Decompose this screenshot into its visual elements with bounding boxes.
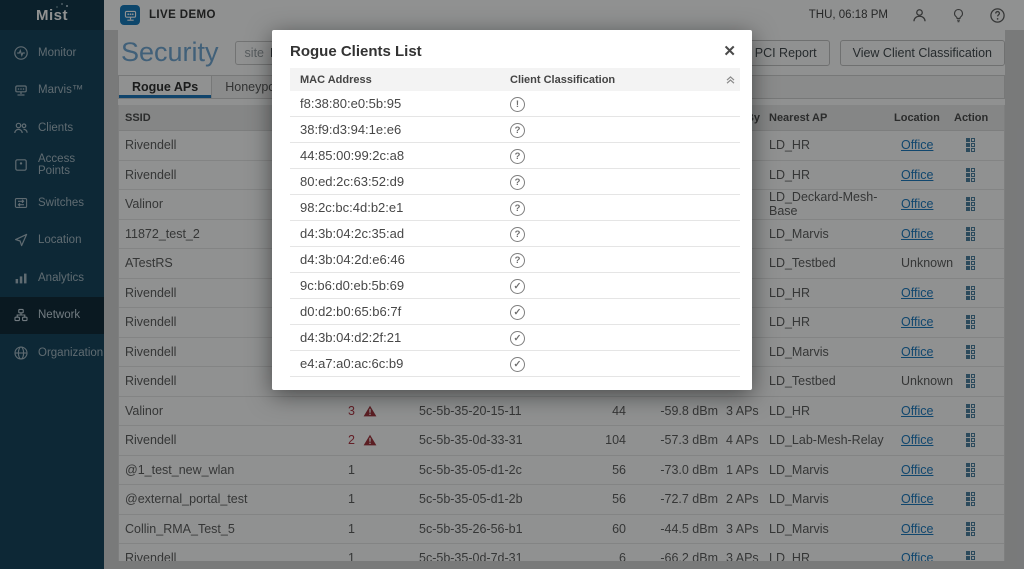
classification-unknown-icon[interactable]: ? (510, 123, 525, 138)
modal-header: Rogue Clients List ✕ (272, 30, 752, 64)
client-mac: 44:85:00:99:2c:a8 (290, 148, 510, 163)
rogue-client-row: e4:a7:a0:ac:6c:b9 ✓ (290, 351, 740, 377)
classification-unknown-icon[interactable]: ? (510, 227, 525, 242)
client-mac: 9c:b6:d0:eb:5b:69 (290, 278, 510, 293)
client-mac: d4:3b:04:d2:2f:21 (290, 330, 510, 345)
classification-unknown-icon[interactable]: ? (510, 175, 525, 190)
collapse-icon[interactable] (716, 74, 740, 85)
classification-cell: ✓ (510, 355, 716, 372)
classification-approved-icon[interactable]: ✓ (510, 279, 525, 294)
rogue-client-row: 98:2c:bc:4d:b2:e1 ? (290, 195, 740, 221)
rogue-client-row: 9c:b6:d0:eb:5b:69 ✓ (290, 273, 740, 299)
rogue-client-row: 80:ed:2c:63:52:d9 ? (290, 169, 740, 195)
classification-cell: ? (510, 147, 716, 164)
classification-cell: ? (510, 225, 716, 242)
rogue-client-row: 44:85:00:99:2c:a8 ? (290, 143, 740, 169)
client-mac: 80:ed:2c:63:52:d9 (290, 174, 510, 189)
client-mac: d0:d2:b0:65:b6:7f (290, 304, 510, 319)
classification-cell: ! (510, 95, 716, 112)
client-mac: 98:2c:bc:4d:b2:e1 (290, 200, 510, 215)
rogue-clients-table-body: f8:38:80:e0:5b:95 ! 38:f9:d3:94:1e:e6 ? … (290, 91, 740, 377)
client-mac: d4:3b:04:2c:35:ad (290, 226, 510, 241)
modal-title: Rogue Clients List (290, 43, 422, 60)
classification-unknown-icon[interactable]: ? (510, 201, 525, 216)
classification-unknown-icon[interactable]: ? (510, 149, 525, 164)
classification-cell: ? (510, 121, 716, 138)
classification-approved-icon[interactable]: ✓ (510, 331, 525, 346)
classification-approved-icon[interactable]: ✓ (510, 357, 525, 372)
close-icon[interactable]: ✕ (723, 44, 736, 59)
rogue-clients-modal: Rogue Clients List ✕ MAC Address Client … (272, 30, 752, 390)
classification-unknown-icon[interactable]: ? (510, 253, 525, 268)
rogue-clients-table: MAC Address Client Classification f8:38:… (290, 68, 740, 377)
rogue-client-row: d4:3b:04:d2:2f:21 ✓ (290, 325, 740, 351)
classification-cell: ? (510, 173, 716, 190)
client-mac: 38:f9:d3:94:1e:e6 (290, 122, 510, 137)
col-header-mac[interactable]: MAC Address (290, 74, 510, 86)
col-header-classification[interactable]: Client Classification (510, 74, 716, 86)
rogue-client-row: d0:d2:b0:65:b6:7f ✓ (290, 299, 740, 325)
classification-cell: ? (510, 251, 716, 268)
rogue-client-row: f8:38:80:e0:5b:95 ! (290, 91, 740, 117)
client-mac: f8:38:80:e0:5b:95 (290, 96, 510, 111)
rogue-client-row: d4:3b:04:2d:e6:46 ? (290, 247, 740, 273)
client-mac: e4:a7:a0:ac:6c:b9 (290, 356, 510, 371)
classification-cell: ? (510, 199, 716, 216)
client-mac: d4:3b:04:2d:e6:46 (290, 252, 510, 267)
classification-cell: ✓ (510, 277, 716, 294)
rogue-clients-table-header: MAC Address Client Classification (290, 68, 740, 91)
classification-approved-icon[interactable]: ✓ (510, 305, 525, 320)
rogue-client-row: d4:3b:04:2c:35:ad ? (290, 221, 740, 247)
classification-cell: ✓ (510, 329, 716, 346)
classification-alert-icon[interactable]: ! (510, 97, 525, 112)
classification-cell: ✓ (510, 303, 716, 320)
rogue-client-row: 38:f9:d3:94:1e:e6 ? (290, 117, 740, 143)
